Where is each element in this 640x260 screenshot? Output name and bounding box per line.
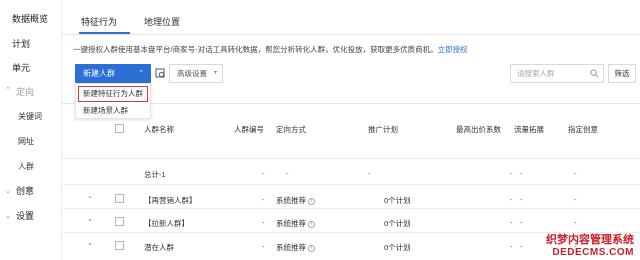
- header-audience-id: 人群编号: [234, 125, 264, 134]
- sidebar-item-creative[interactable]: 创意: [16, 184, 34, 197]
- campaign-count[interactable]: 0个计划: [384, 242, 411, 253]
- audience-id: -: [262, 195, 265, 204]
- header-traffic-expansion: 流量拓展: [514, 125, 544, 134]
- audience-id: -: [262, 218, 265, 227]
- description: 一键授权人群使用基本盘平台/商家号-对话工具转化数据，帮您分析转化人群，优化投放…: [73, 44, 468, 55]
- info-icon[interactable]: i: [308, 220, 315, 228]
- main-content: 特征行为 地理位置 一键授权人群使用基本盘平台/商家号-对话工具转化数据，帮您分…: [62, 0, 640, 260]
- header-targeting-method: 定向方式: [276, 125, 306, 134]
- header-campaign: 推广计划: [368, 125, 398, 134]
- audience-name[interactable]: 潜在人群: [144, 242, 174, 253]
- total-traffic: -: [520, 169, 523, 178]
- creative: -: [574, 195, 577, 204]
- audience-name[interactable]: 【再营销人群】: [144, 195, 197, 206]
- sidebar-item-unit[interactable]: 单元: [12, 61, 30, 74]
- chevron-up-icon: ⌃: [138, 70, 144, 77]
- method-text: 系统推荐: [276, 219, 306, 228]
- authorize-link[interactable]: 立即授权: [438, 45, 468, 54]
- sidebar-item-plan[interactable]: 计划: [12, 37, 30, 50]
- new-audience-button[interactable]: 新建人群 ⌃: [75, 64, 151, 83]
- max-bid: -: [510, 195, 513, 204]
- search-icon[interactable]: [590, 69, 599, 78]
- total-method: -: [286, 169, 289, 178]
- sidebar-item-targeting[interactable]: 定向: [16, 85, 34, 98]
- advanced-settings-label: 高级设置: [177, 69, 207, 78]
- search-input[interactable]: 请搜索人群: [510, 64, 604, 83]
- max-bid: -: [510, 218, 513, 227]
- info-icon[interactable]: i: [308, 197, 315, 205]
- chevron-down-icon: ▾: [213, 70, 217, 76]
- traffic-expansion: -: [520, 195, 523, 204]
- total-label: 总计-1: [144, 170, 166, 179]
- watermark-line1: 织梦内容管理系统: [546, 234, 634, 246]
- max-bid: -: [510, 242, 513, 251]
- row-checkbox[interactable]: [115, 194, 124, 203]
- creative: -: [574, 218, 577, 227]
- description-text: 一键授权人群使用基本盘平台/商家号-对话工具转化数据，帮您分析转化人群，优化投放…: [73, 45, 438, 54]
- chevron-down-icon[interactable]: ⌄: [87, 215, 93, 223]
- menu-item-new-scene-audience[interactable]: 新建场景人群: [76, 103, 150, 119]
- sidebar-item-url[interactable]: 网址: [18, 136, 34, 147]
- campaign-count[interactable]: 0个计划: [384, 195, 411, 206]
- header-audience-name: 人群名称: [144, 125, 174, 134]
- funnel-icon[interactable]: [155, 68, 165, 78]
- targeting-method: 系统推荐 i: [276, 195, 315, 206]
- watermark-line2: DEDECMS.COM: [552, 247, 634, 258]
- total-creative: -: [574, 169, 577, 178]
- traffic-expansion: -: [520, 242, 523, 251]
- sidebar-item-settings[interactable]: 设置: [16, 209, 34, 222]
- advanced-settings-button[interactable]: 高级设置 ▾: [169, 64, 223, 83]
- sidebar-item-audience[interactable]: 人群: [18, 161, 34, 172]
- tab-geo-location[interactable]: 地理位置: [144, 15, 180, 28]
- audience-name[interactable]: 【拉新人群】: [144, 218, 189, 229]
- sidebar: 数据概览 计划 单元 ⌃ 定向 关键词 网址 人群 ⌄ 创意 ⌄ 设置: [0, 0, 62, 260]
- targeting-method: 系统推荐 i: [276, 242, 315, 253]
- watermark: 织梦内容管理系统 DEDECMS.COM: [546, 231, 634, 258]
- chevron-down-icon[interactable]: ⌄: [87, 192, 93, 200]
- row-checkbox[interactable]: [115, 217, 124, 226]
- tab-feature-behavior[interactable]: 特征行为: [81, 15, 117, 28]
- chevron-up-icon: ⌃: [5, 87, 11, 94]
- row-checkbox[interactable]: [115, 241, 124, 250]
- audience-id: -: [262, 242, 265, 251]
- method-text: 系统推荐: [276, 243, 306, 252]
- total-plan: -: [368, 169, 371, 178]
- sidebar-item-keywords[interactable]: 关键词: [18, 111, 42, 122]
- sidebar-item-overview[interactable]: 数据概览: [12, 12, 48, 25]
- select-all-checkbox[interactable]: [115, 124, 124, 133]
- info-icon[interactable]: i: [308, 244, 315, 252]
- method-text: 系统推荐: [276, 196, 306, 205]
- targeting-method: 系统推荐 i: [276, 218, 315, 229]
- traffic-expansion: -: [520, 218, 523, 227]
- row-divider: [62, 184, 640, 185]
- header-max-bid: 最高出价系数: [456, 125, 501, 134]
- search-placeholder: 请搜索人群: [517, 69, 555, 78]
- new-audience-dropdown: 新建特征行为人群 新建场景人群: [75, 83, 151, 119]
- header-creative: 指定创意: [568, 125, 598, 134]
- campaign-count[interactable]: 0个计划: [384, 218, 411, 229]
- chevron-down-icon: ⌄: [5, 188, 11, 195]
- row-divider: [62, 158, 640, 159]
- chevron-down-icon[interactable]: ⌄: [87, 239, 93, 247]
- new-audience-label: 新建人群: [83, 69, 115, 78]
- row-divider: [62, 208, 640, 209]
- menu-item-new-feature-audience[interactable]: 新建特征行为人群: [78, 86, 148, 102]
- chevron-down-icon: ⌄: [5, 213, 11, 220]
- total-id: -: [262, 169, 265, 178]
- divider: [62, 34, 640, 35]
- total-bid: -: [510, 169, 513, 178]
- filter-button[interactable]: 筛选: [608, 64, 636, 83]
